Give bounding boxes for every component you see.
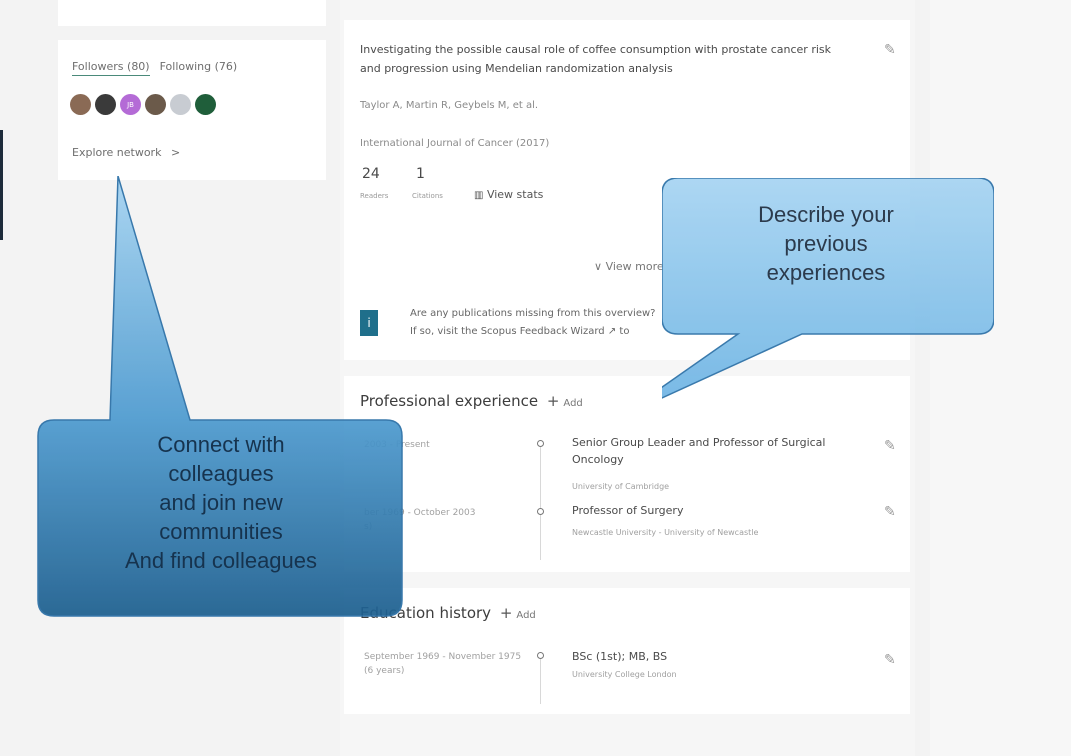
- experience-org: Newcastle University - University of New…: [572, 528, 759, 537]
- education-org: University College London: [572, 670, 677, 679]
- callout-line: Connect with: [157, 432, 285, 457]
- date-range: September 1969 - November 1975: [364, 652, 522, 662]
- avatar[interactable]: [145, 94, 166, 115]
- external-link-icon: ↗: [607, 326, 617, 337]
- add-experience-button[interactable]: + Add: [543, 392, 583, 410]
- avatar[interactable]: [95, 94, 116, 115]
- citations-label: Citations: [412, 192, 443, 200]
- callout-experience-text: Describe your previous experiences: [676, 200, 976, 287]
- view-stats-button[interactable]: ▥ View stats: [474, 188, 543, 201]
- pencil-icon[interactable]: ✎: [884, 504, 896, 520]
- add-education-button[interactable]: + Add: [496, 604, 536, 622]
- view-more-button[interactable]: ∨ View more: [594, 260, 664, 273]
- callout-network-text: Connect with colleagues and join new com…: [40, 430, 402, 575]
- add-label: Add: [563, 398, 583, 409]
- pencil-icon[interactable]: ✎: [884, 42, 896, 58]
- view-more-label: View more: [605, 260, 664, 273]
- timeline-dot: [537, 652, 544, 659]
- callout-line: colleagues: [168, 461, 274, 486]
- experience-role: Senior Group Leader and Professor of Sur…: [572, 436, 826, 466]
- publication-journal: International Journal of Cancer (2017): [360, 138, 550, 149]
- citations-count: 1: [416, 166, 425, 182]
- notice-suffix: to: [619, 326, 630, 337]
- tab-followers[interactable]: Followers (80): [72, 60, 150, 76]
- avatar[interactable]: JB: [120, 94, 141, 115]
- plus-icon: +: [546, 392, 560, 410]
- chevron-down-icon: ∨: [594, 260, 603, 273]
- scopus-feedback-link[interactable]: If so, visit the Scopus Feedback Wizard: [410, 326, 605, 337]
- pencil-icon[interactable]: ✎: [884, 652, 896, 668]
- network-tabs: Followers (80) Following (76): [72, 60, 237, 76]
- explore-network-link[interactable]: Explore network >: [72, 146, 180, 159]
- education-degree: BSc (1st); MB, BS: [572, 650, 668, 663]
- bar-chart-icon: ▥: [474, 190, 484, 201]
- education-date: September 1969 - November 1975 (6 years): [364, 650, 521, 678]
- pencil-icon[interactable]: ✎: [884, 438, 896, 454]
- experience-role: Professor of Surgery: [572, 504, 684, 517]
- avatar-list: JB: [70, 94, 216, 115]
- avatar[interactable]: [195, 94, 216, 115]
- tab-following[interactable]: Following (76): [160, 60, 238, 76]
- add-label: Add: [516, 610, 536, 621]
- callout-line: And find colleagues: [124, 548, 318, 573]
- experience-org: University of Cambridge: [572, 482, 670, 491]
- callout-line: communities: [159, 519, 283, 544]
- network-card: Followers (80) Following (76) JB Explore…: [58, 40, 326, 180]
- callout-line: experiences: [766, 260, 886, 285]
- timeline-dot: [537, 508, 544, 515]
- left-edge-bar: [0, 130, 3, 240]
- education-history-card: Education history + Add September 1969 - …: [344, 588, 910, 714]
- timeline-line: [540, 442, 541, 560]
- callout-line: previous: [784, 231, 868, 256]
- explore-network-label: Explore network: [72, 146, 162, 159]
- publication-authors: Taylor A, Martin R, Geybels M, et al.: [360, 100, 539, 111]
- callout-line: Describe your: [758, 202, 894, 227]
- chevron-right-icon: >: [170, 146, 181, 159]
- timeline-line: [540, 654, 541, 704]
- timeline-dot: [537, 440, 544, 447]
- publication-title[interactable]: Investigating the possible causal role o…: [360, 40, 850, 78]
- plus-icon: +: [499, 604, 513, 622]
- profile-card-bottom: [58, 0, 326, 26]
- callout-line: and join new: [159, 490, 283, 515]
- view-stats-label: View stats: [486, 188, 544, 201]
- avatar[interactable]: [70, 94, 91, 115]
- avatar[interactable]: [170, 94, 191, 115]
- date-duration: (6 years): [364, 666, 405, 676]
